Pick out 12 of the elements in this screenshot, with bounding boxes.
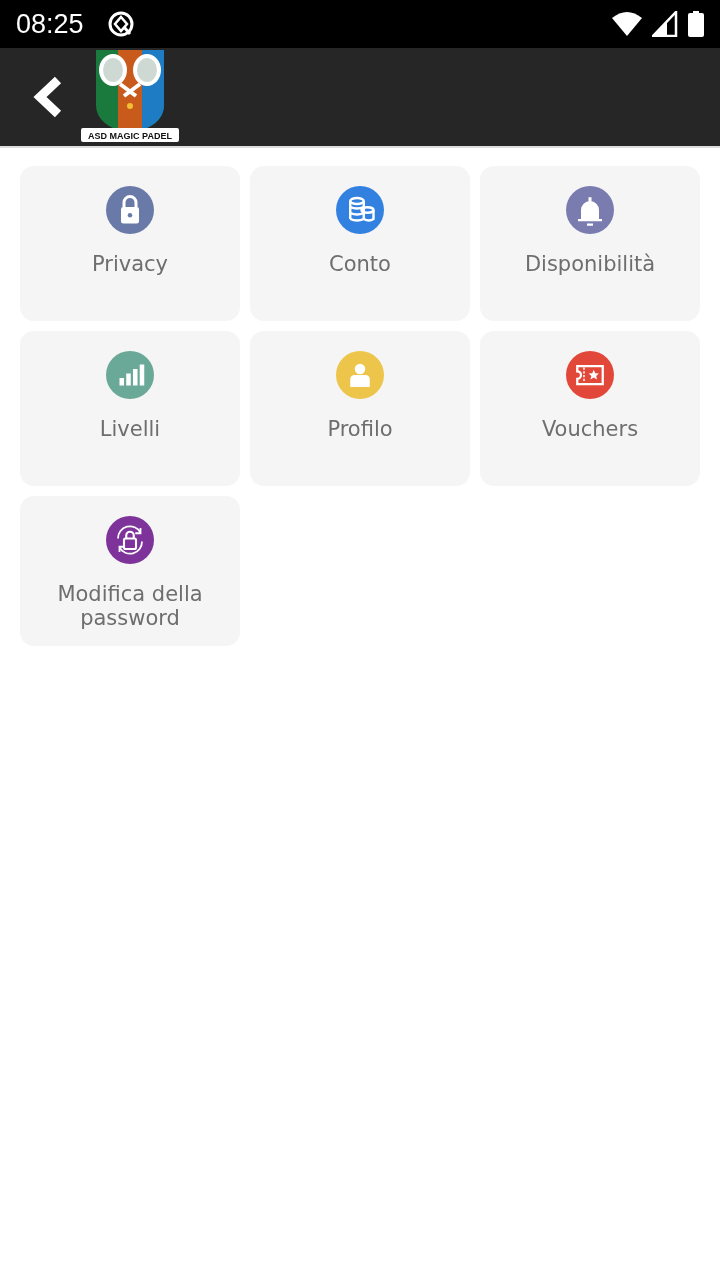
menu-tile[interactable]: Livelli xyxy=(20,331,240,486)
wifi-icon xyxy=(612,12,642,36)
menu-tile[interactable]: Disponibilità xyxy=(480,166,700,321)
signal-icon xyxy=(652,11,678,37)
battery-icon xyxy=(688,11,704,37)
menu-tile[interactable]: Privacy xyxy=(20,166,240,321)
menu-tile[interactable]: Vouchers xyxy=(480,331,700,486)
menu-tile[interactable]: Profilo xyxy=(250,331,470,486)
club-logo: ASD MAGIC PADEL xyxy=(80,50,180,144)
menu-tile[interactable]: Conto xyxy=(250,166,470,321)
menu-tile[interactable]: Modifica della password xyxy=(20,496,240,646)
clock: 08:25 xyxy=(16,8,84,40)
